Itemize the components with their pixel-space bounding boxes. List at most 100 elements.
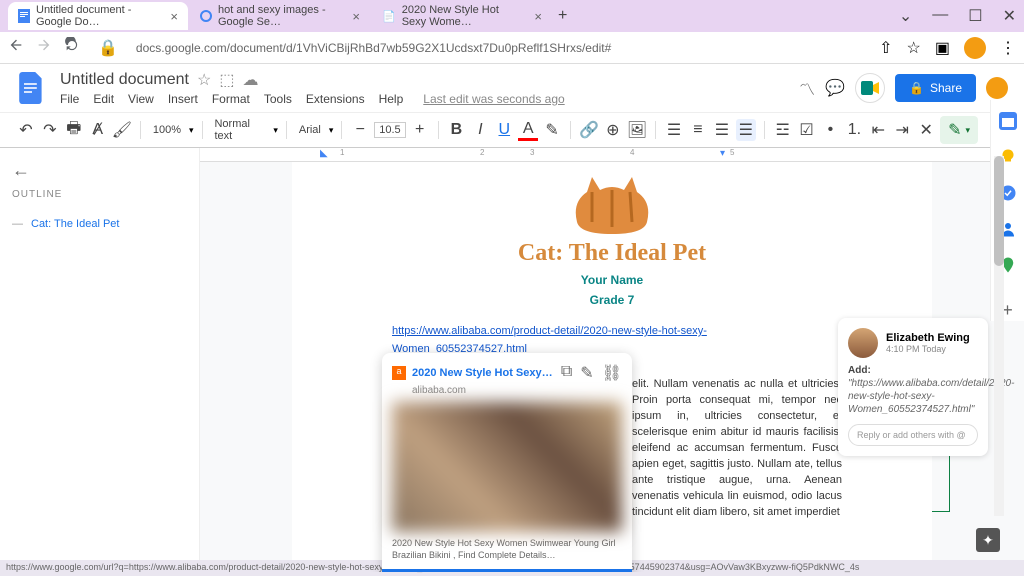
- cat-image[interactable]: [572, 172, 652, 232]
- profile-avatar[interactable]: [964, 37, 986, 59]
- paint-format-icon[interactable]: 🖌: [112, 119, 132, 141]
- menu-insert[interactable]: Insert: [168, 92, 198, 106]
- font-size[interactable]: 10.5: [374, 122, 405, 138]
- editing-mode-button[interactable]: ✎▾: [940, 116, 978, 144]
- zoom-select[interactable]: 100%: [149, 124, 185, 136]
- minimize-icon[interactable]: —: [932, 6, 948, 26]
- outline-item[interactable]: — Cat: The Ideal Pet: [12, 212, 187, 236]
- window-controls: ⌄ — ☐ ✕: [899, 6, 1016, 26]
- menu-file[interactable]: File: [60, 92, 79, 106]
- meet-button[interactable]: [855, 73, 885, 103]
- last-edit[interactable]: Last edit was seconds ago: [423, 92, 564, 106]
- align-right-icon[interactable]: ☰: [712, 119, 732, 141]
- menu-extensions[interactable]: Extensions: [306, 92, 365, 106]
- explore-button[interactable]: ✦: [976, 528, 1000, 552]
- menu-tools[interactable]: Tools: [264, 92, 292, 106]
- extension-icon[interactable]: ▣: [935, 38, 950, 58]
- calendar-icon[interactable]: [999, 112, 1017, 130]
- docs-logo[interactable]: [16, 72, 48, 104]
- italic-icon[interactable]: I: [470, 119, 490, 141]
- bullet-list-icon[interactable]: •: [821, 119, 841, 141]
- style-select[interactable]: Normal text: [210, 118, 269, 142]
- browser-titlebar: Untitled document - Google Do… × hot and…: [0, 0, 1024, 32]
- decrease-font-icon[interactable]: −: [350, 119, 370, 141]
- share-button[interactable]: 🔒 Share: [895, 74, 976, 102]
- browser-tab[interactable]: hot and sexy images - Google Se… ×: [190, 2, 370, 30]
- document-page[interactable]: Cat: The Ideal Pet Your Name Grade 7 htt…: [292, 162, 932, 572]
- copy-icon[interactable]: ⧉: [561, 363, 572, 383]
- font-select[interactable]: Arial: [295, 124, 325, 136]
- outline-panel: ← OUTLINE — Cat: The Ideal Pet: [0, 148, 200, 572]
- ruler[interactable]: ◣ 1 2 3 4 ▾ 5: [200, 148, 1024, 162]
- star-icon[interactable]: ☆: [197, 70, 211, 90]
- scrollbar-thumb[interactable]: [994, 156, 1004, 266]
- link-preview-card: a 2020 New Style Hot Sexy … ⧉ ✎ ⛓ alibab…: [382, 353, 632, 572]
- edit-link-icon[interactable]: ✎: [580, 363, 593, 383]
- print-icon[interactable]: 🖶: [64, 119, 84, 141]
- doc-header: Untitled document ☆ ⬚ ☁ File Edit View I…: [0, 64, 1024, 112]
- cloud-icon[interactable]: ☁: [242, 70, 258, 90]
- close-icon[interactable]: ×: [170, 9, 178, 24]
- lock-icon[interactable]: 🔒: [98, 38, 118, 58]
- line-spacing-icon[interactable]: ☲: [773, 119, 793, 141]
- close-icon[interactable]: ×: [534, 9, 542, 24]
- replace-url-bar: ✦Replace URL with its title? Yes: [382, 569, 632, 572]
- align-left-icon[interactable]: ☰: [664, 119, 684, 141]
- menu-format[interactable]: Format: [212, 92, 250, 106]
- image-icon[interactable]: 🖼: [627, 119, 647, 141]
- forward-button[interactable]: [36, 37, 52, 58]
- comment-prefix: Add:: [848, 365, 871, 376]
- align-center-icon[interactable]: ≡: [688, 119, 708, 141]
- trend-icon[interactable]: 〽: [799, 76, 815, 100]
- reload-button[interactable]: [64, 37, 80, 58]
- clear-format-icon[interactable]: ✕: [916, 119, 936, 141]
- maximize-icon[interactable]: ☐: [968, 6, 982, 26]
- menu-view[interactable]: View: [128, 92, 154, 106]
- share-icon[interactable]: ⇧: [879, 38, 892, 58]
- comment-card[interactable]: Elizabeth Ewing 4:10 PM Today Add: "http…: [838, 318, 988, 456]
- scrollbar-track[interactable]: [994, 156, 1004, 516]
- tab-title: 2020 New Style Hot Sexy Wome…: [402, 4, 527, 28]
- underline-icon[interactable]: U: [494, 119, 514, 141]
- outline-back-icon[interactable]: ←: [12, 160, 187, 181]
- comment-icon[interactable]: ⊕: [603, 119, 623, 141]
- unlink-icon[interactable]: ⛓: [602, 363, 622, 383]
- undo-icon[interactable]: ↶: [16, 119, 36, 141]
- highlight-icon[interactable]: ✎: [542, 119, 562, 141]
- new-tab-button[interactable]: +: [558, 7, 567, 25]
- close-icon[interactable]: ×: [352, 9, 360, 24]
- comment-time: 4:10 PM Today: [886, 344, 970, 354]
- text-color-icon[interactable]: A: [518, 119, 538, 141]
- pasted-link[interactable]: https://www.alibaba.com/product-detail/2…: [392, 325, 707, 355]
- link-icon[interactable]: 🔗: [579, 119, 599, 141]
- document-title[interactable]: Untitled document: [60, 71, 189, 89]
- menu-edit[interactable]: Edit: [93, 92, 114, 106]
- reply-input[interactable]: Reply or add others with @: [848, 424, 978, 446]
- star-icon[interactable]: ☆: [907, 38, 921, 58]
- spellcheck-icon[interactable]: Ⱥ: [88, 119, 108, 141]
- comment-history-icon[interactable]: 💬: [825, 78, 845, 98]
- increase-font-icon[interactable]: +: [410, 119, 430, 141]
- outdent-icon[interactable]: ⇤: [868, 119, 888, 141]
- align-justify-icon[interactable]: ☰: [736, 119, 756, 141]
- menu-icon[interactable]: ⋮: [1000, 38, 1016, 58]
- menu-help[interactable]: Help: [379, 92, 404, 106]
- close-window-icon[interactable]: ✕: [1003, 6, 1016, 26]
- body-text[interactable]: elit. Nullam venenatis ac nulla et ultri…: [632, 377, 842, 520]
- back-button[interactable]: [8, 37, 24, 58]
- checklist-icon[interactable]: ☑: [797, 119, 817, 141]
- browser-tab[interactable]: 📄 2020 New Style Hot Sexy Wome… ×: [372, 2, 552, 30]
- number-list-icon[interactable]: 1.: [844, 119, 864, 141]
- grade-label[interactable]: Grade 7: [392, 293, 832, 307]
- redo-icon[interactable]: ↷: [40, 119, 60, 141]
- bold-icon[interactable]: B: [446, 119, 466, 141]
- page-title[interactable]: Cat: The Ideal Pet: [392, 240, 832, 267]
- toolbar: ↶ ↷ 🖶 Ⱥ 🖌 100%▾ Normal text▾ Arial▾ − 10…: [0, 112, 1024, 148]
- indent-icon[interactable]: ⇥: [892, 119, 912, 141]
- link-card-title[interactable]: 2020 New Style Hot Sexy …: [412, 367, 555, 379]
- url-text[interactable]: docs.google.com/document/d/1VhViCBijRhBd…: [136, 41, 867, 55]
- caret-down-icon[interactable]: ⌄: [899, 6, 912, 26]
- user-avatar[interactable]: [986, 77, 1008, 99]
- browser-tab-active[interactable]: Untitled document - Google Do… ×: [8, 2, 188, 30]
- move-icon[interactable]: ⬚: [219, 70, 234, 90]
